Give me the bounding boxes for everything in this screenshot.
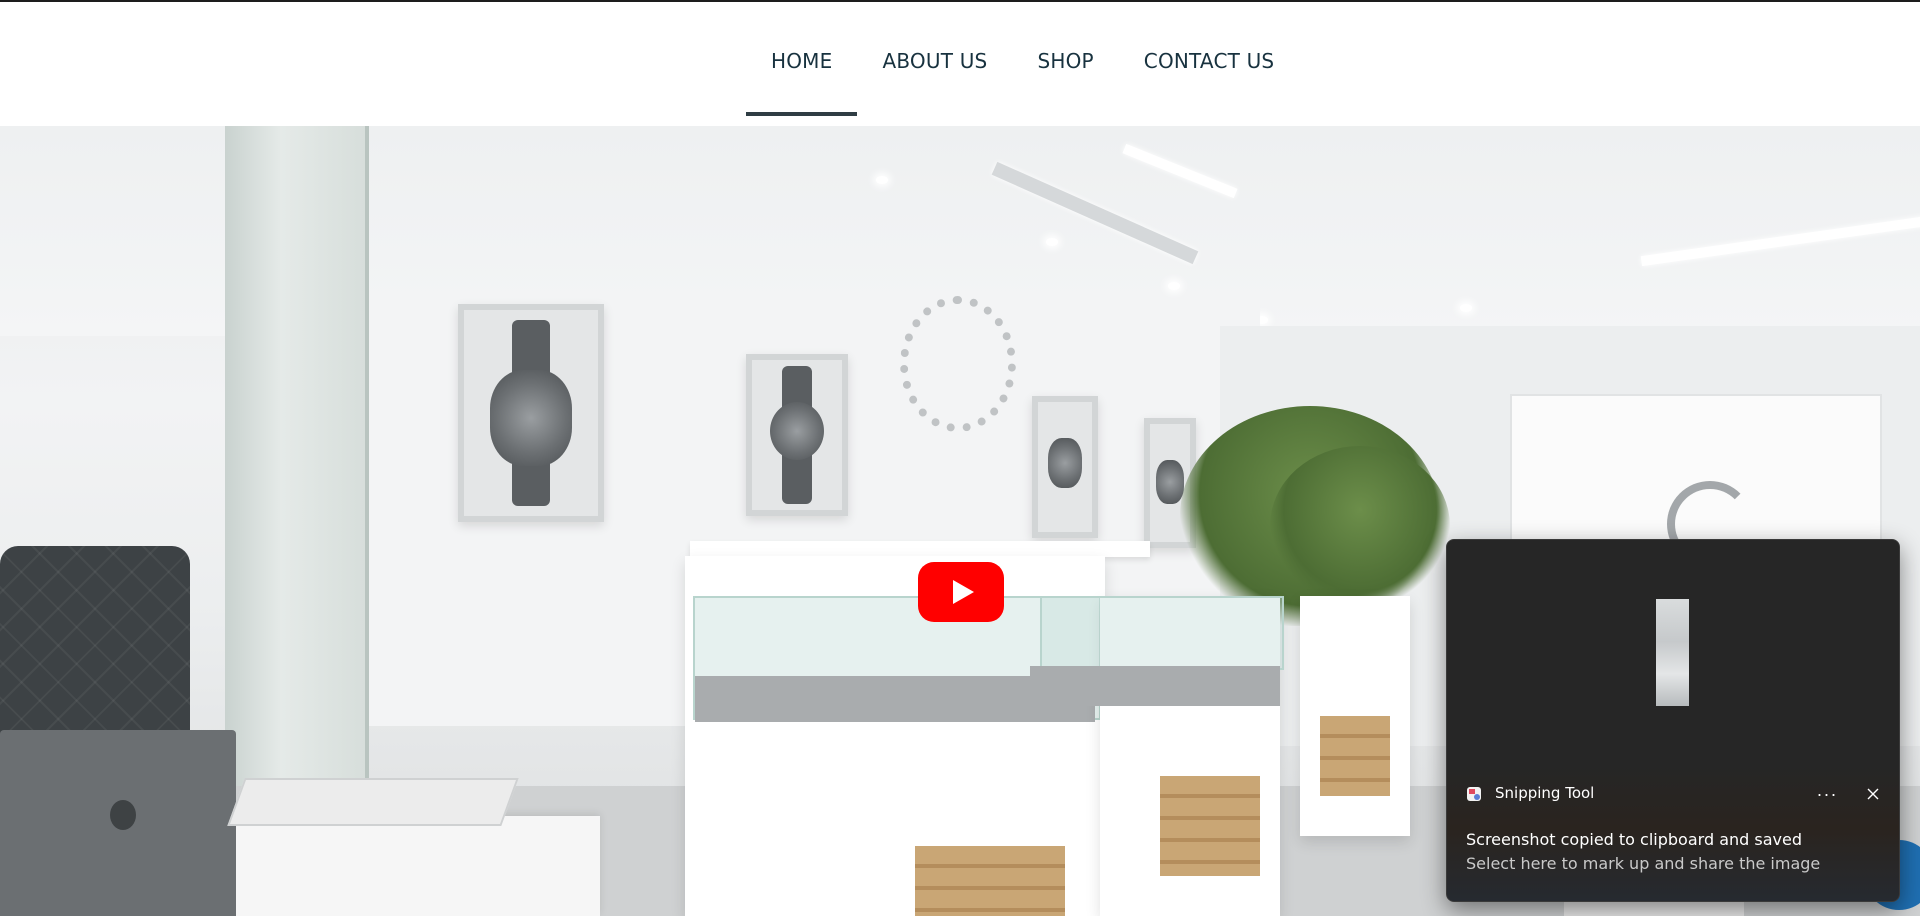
video-scene-glass-partition bbox=[225, 126, 369, 796]
video-scene-counter-wood bbox=[915, 846, 1065, 916]
close-button[interactable] bbox=[1855, 778, 1891, 810]
nav-item-home[interactable]: HOME bbox=[746, 2, 858, 126]
notification-header: Snipping Tool ··· bbox=[1447, 778, 1899, 810]
video-scene-plant bbox=[1270, 446, 1450, 606]
video-scene-counter-glass bbox=[1040, 596, 1284, 670]
video-scene-tray bbox=[227, 778, 519, 826]
notification-body: Select here to mark up and share the ima… bbox=[1466, 854, 1821, 873]
main-navigation: HOME ABOUT US SHOP CONTACT US bbox=[0, 2, 1920, 126]
video-scene-laptop bbox=[0, 730, 236, 916]
video-scene-watch-frame bbox=[746, 354, 848, 516]
nav-item-about-us[interactable]: ABOUT US bbox=[857, 2, 1012, 126]
notification-app-name: Snipping Tool bbox=[1495, 784, 1595, 802]
video-scene-watch-frame bbox=[1032, 396, 1098, 538]
video-scene-downlight bbox=[1168, 282, 1180, 290]
video-scene-laptop-logo bbox=[110, 800, 136, 830]
video-scene-downlight bbox=[876, 176, 888, 184]
play-icon bbox=[953, 580, 974, 604]
video-scene-display-counter bbox=[1300, 596, 1410, 836]
video-scene-watch bbox=[1048, 438, 1082, 488]
youtube-play-button[interactable] bbox=[918, 562, 1004, 622]
video-scene-counter-wood bbox=[1160, 776, 1260, 876]
video-scene-counter-tray bbox=[1030, 666, 1280, 706]
video-scene-store-logo bbox=[900, 296, 1016, 432]
video-scene-shelf bbox=[690, 541, 1150, 557]
more-options-button[interactable]: ··· bbox=[1807, 778, 1847, 810]
video-scene-downlight bbox=[1460, 304, 1472, 312]
video-scene-downlight bbox=[1046, 238, 1058, 246]
nav-item-shop[interactable]: SHOP bbox=[1012, 2, 1118, 126]
video-scene-display-counter bbox=[1030, 596, 1284, 916]
screenshot-thumbnail[interactable] bbox=[1656, 599, 1689, 706]
video-scene-watch bbox=[490, 370, 572, 466]
video-scene-watch-frame bbox=[458, 304, 604, 522]
close-icon bbox=[1867, 788, 1879, 800]
video-scene-watch bbox=[1156, 460, 1184, 504]
nav-list: HOME ABOUT US SHOP CONTACT US bbox=[746, 2, 1299, 126]
video-scene-counter-wood bbox=[1320, 716, 1390, 796]
video-scene-watch bbox=[770, 402, 824, 460]
snipping-tool-notification[interactable]: Snipping Tool ··· Screenshot copied to c… bbox=[1446, 539, 1900, 902]
notification-title: Screenshot copied to clipboard and saved bbox=[1466, 830, 1802, 849]
snipping-tool-icon bbox=[1467, 787, 1481, 801]
nav-item-contact-us[interactable]: CONTACT US bbox=[1119, 2, 1300, 126]
